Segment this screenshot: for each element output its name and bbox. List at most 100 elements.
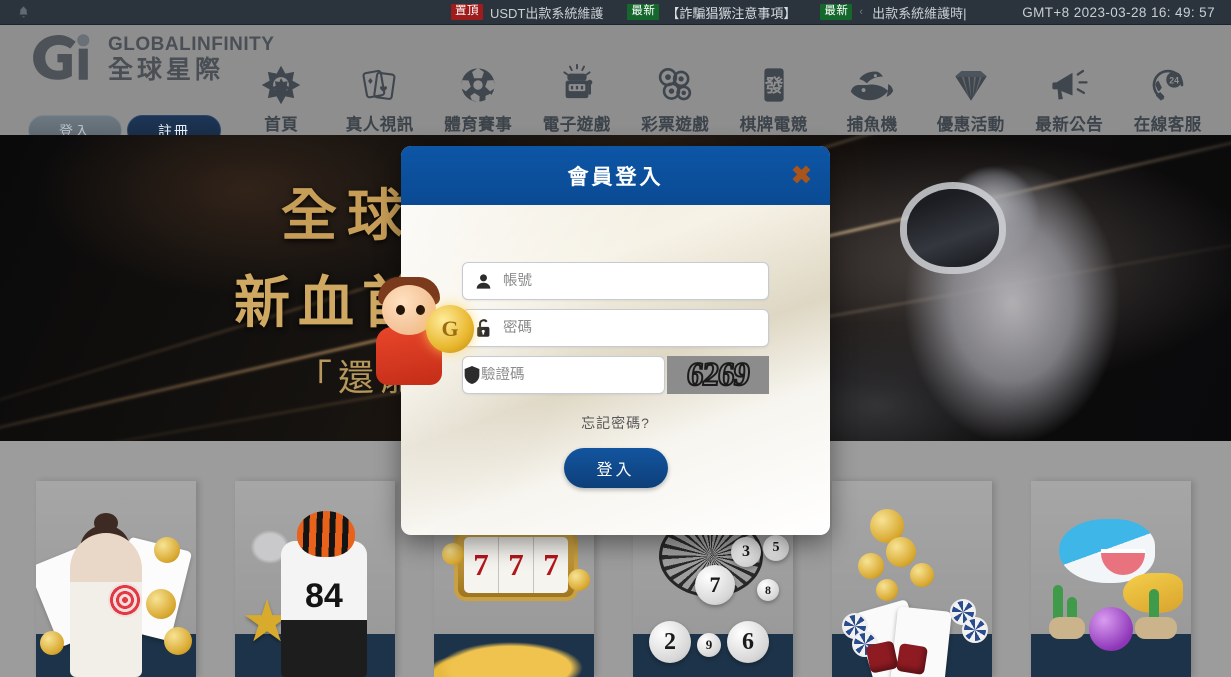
rock-art <box>1135 617 1177 639</box>
notice-text-2: 出款系統維護時| <box>872 5 967 21</box>
card-art-poker <box>832 481 992 677</box>
notice-tag-top: 置頂 <box>451 3 483 21</box>
notice-tag-new-2: 最新 <box>820 3 853 21</box>
nav-label-zh-lottery: 彩票遊戲 <box>641 116 710 134</box>
lottery-ball: 9 <box>697 633 721 657</box>
nav-label-zh-poker: 棋牌電競 <box>739 116 808 134</box>
slot-reel-1: 7 <box>499 537 534 593</box>
slot-reel-2: 7 <box>543 547 559 582</box>
password-field[interactable] <box>462 309 769 347</box>
rock-art <box>1049 617 1085 639</box>
dealer-bun-art <box>94 513 118 533</box>
username-input[interactable] <box>503 273 768 289</box>
chevron-left-icon: ‹ <box>859 6 864 18</box>
playing-cards-icon <box>359 62 401 108</box>
mahjong-tile-icon: 發 <box>753 62 795 108</box>
dice-art <box>895 642 929 676</box>
purple-orb-art <box>1089 607 1133 651</box>
lock-icon <box>463 318 503 339</box>
coin-art <box>858 553 884 579</box>
soccer-ball-icon <box>457 62 499 108</box>
lollipop-art <box>108 583 142 617</box>
nav-label-zh-service: 在線客服 <box>1133 116 1202 134</box>
shield-icon <box>463 365 481 385</box>
lottery-ball: 7 <box>695 565 735 605</box>
coin-art <box>146 589 176 619</box>
coin-art <box>164 627 192 655</box>
dice-art <box>865 640 899 674</box>
login-modal-header: 會員登入 ✖ <box>401 146 830 205</box>
captcha-input[interactable] <box>481 367 678 383</box>
fish-icon <box>850 62 894 108</box>
nav-label-zh-slots: 電子遊戲 <box>542 116 611 134</box>
game-card-fishing[interactable] <box>1031 481 1191 677</box>
coin-art <box>876 579 898 601</box>
game-card-poker[interactable] <box>832 481 992 677</box>
coin-pile-art <box>434 601 594 677</box>
login-modal: 會員登入 ✖ 帳號 驗證碼 6269 忘記密碼? 登入 <box>401 146 830 535</box>
bell-icon <box>18 6 28 18</box>
lottery-balls-icon <box>654 62 696 108</box>
nav-label-zh-live: 真人視訊 <box>345 116 414 134</box>
astronaut-visor <box>907 189 999 267</box>
coin-art <box>910 563 934 587</box>
game-card-live-casino[interactable] <box>36 481 196 677</box>
nav-label-zh-news: 最新公告 <box>1035 116 1104 134</box>
captcha-row: 6269 <box>462 356 769 394</box>
close-x-icon[interactable]: ✖ <box>791 163 812 188</box>
login-submit-wrap: 登入 <box>462 448 769 488</box>
gi-logo-icon <box>33 34 90 80</box>
bell-icon-wrap <box>0 5 46 19</box>
coin-art <box>568 569 590 591</box>
coin-art <box>40 631 64 655</box>
football-helmet-art <box>297 511 355 557</box>
card-art-fishing <box>1031 481 1191 677</box>
forgot-password-link[interactable]: 忘記密碼? <box>462 413 769 433</box>
notice-item-1[interactable]: 最新 【詐騙猖獗注意事項】 <box>627 3 796 22</box>
server-clock: GMT+8 2023-03-28 16: 49: 57 <box>1022 4 1215 20</box>
coin-art <box>886 537 916 567</box>
megaphone-icon <box>1047 62 1091 108</box>
captcha-field[interactable] <box>462 356 678 394</box>
username-field[interactable] <box>462 262 769 300</box>
notice-text-0: USDT出款系統維護 <box>490 5 604 21</box>
svg-text:發: 發 <box>764 75 784 97</box>
slot-reels-art: 7 7 7 <box>464 537 568 593</box>
lottery-ball: 8 <box>757 579 779 601</box>
star-burst-icon <box>260 62 302 108</box>
poker-chip-art <box>962 617 988 643</box>
lottery-ball: 2 <box>649 621 691 663</box>
notice-text-1: 【詐騙猖獗注意事項】 <box>666 5 797 21</box>
nav-label-zh-home: 首頁 <box>264 116 299 134</box>
headset-24-icon: 24 <box>1146 62 1190 108</box>
notice-item-2[interactable]: 最新 ‹ 出款系統維護時| <box>820 3 966 22</box>
jersey-number: 84 <box>305 577 343 615</box>
card-art-sports: ★ 84 <box>235 481 395 677</box>
captcha-image[interactable]: 6269 <box>667 356 769 394</box>
notice-bar: 置頂 USDT出款系統維護 最新 【詐騙猖獗注意事項】 最新 ‹ 出款系統維護時… <box>0 0 1231 25</box>
site-header: GLOBALINFINITY 全球星際 登入 註冊 首頁 Home <box>0 25 1231 160</box>
coin-art <box>442 543 464 565</box>
slot-machine-icon <box>556 62 598 108</box>
login-modal-body: 6269 忘記密碼? 登入 <box>401 205 830 488</box>
nav-label-zh-sports: 體育賽事 <box>444 116 513 134</box>
nav-label-zh-promotions: 優惠活動 <box>936 116 1005 134</box>
coin-art <box>154 537 180 563</box>
diamond-icon <box>949 62 993 108</box>
password-input[interactable] <box>503 320 768 336</box>
notice-item-0[interactable]: 置頂 USDT出款系統維護 <box>451 3 603 22</box>
slot-reel-0: 7 <box>464 537 499 593</box>
lottery-ball: 3 <box>731 537 761 567</box>
svg-text:24: 24 <box>1169 75 1179 85</box>
notice-tag-new-1: 最新 <box>627 3 660 21</box>
nav-label-zh-fishing: 捕魚機 <box>846 116 898 134</box>
lottery-ball: 5 <box>763 535 789 561</box>
login-modal-title: 會員登入 <box>567 165 664 189</box>
page-root: 置頂 USDT出款系統維護 最新 【詐騙猖獗注意事項】 最新 ‹ 出款系統維護時… <box>0 0 1231 677</box>
login-submit-button[interactable]: 登入 <box>563 448 668 488</box>
captcha-code: 6269 <box>684 356 751 394</box>
user-icon <box>463 272 503 291</box>
card-art-live-casino <box>36 481 196 677</box>
game-card-sports[interactable]: ★ 84 <box>235 481 395 677</box>
lottery-ball: 6 <box>727 621 769 663</box>
